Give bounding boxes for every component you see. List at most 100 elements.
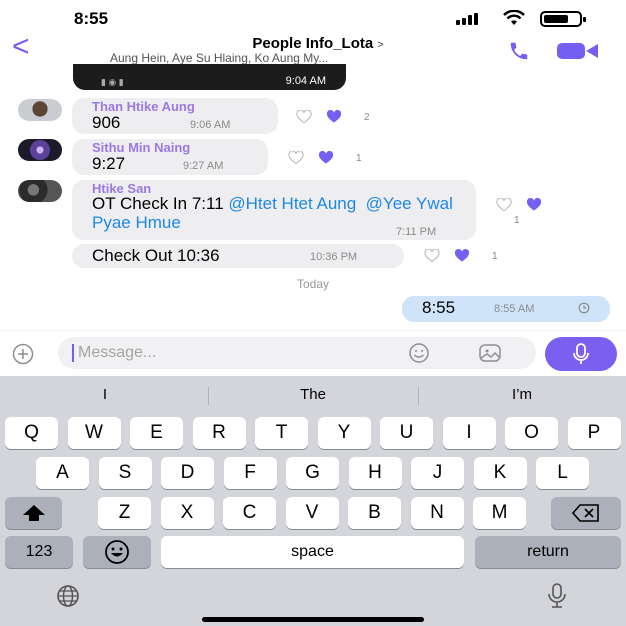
avatar[interactable]	[18, 180, 62, 202]
key-m[interactable]: M	[473, 497, 526, 529]
key-d[interactable]: D	[161, 457, 214, 489]
message-time: 9:06 AM	[190, 119, 231, 131]
like-count: 1	[514, 215, 520, 226]
avatar[interactable]	[18, 139, 62, 161]
reactions[interactable]: 1	[286, 151, 362, 165]
key-p[interactable]: P	[567, 417, 621, 449]
key-q[interactable]: Q	[5, 417, 58, 449]
message-time: 8:55 AM	[494, 303, 535, 315]
microphone-icon	[573, 343, 589, 364]
status-bar: 8:55	[0, 0, 626, 34]
keyboard: I The I’m QWERTYUIOP ASDFGHJKL ZXCVBNM 1…	[0, 376, 626, 626]
emoji-key[interactable]	[83, 536, 151, 568]
key-h[interactable]: H	[348, 457, 402, 489]
globe-icon[interactable]	[46, 583, 90, 609]
shift-icon	[22, 505, 45, 521]
message-bubble[interactable]: Than Htike Aung 906 9:06 AM	[72, 98, 278, 134]
suggestion[interactable]: I’m	[422, 386, 622, 403]
key-t[interactable]: T	[255, 417, 308, 449]
mention-link[interactable]: @Htet Htet Aung	[228, 194, 356, 213]
sender-name: Than Htike Aung	[92, 99, 195, 114]
space-key[interactable]: space	[161, 536, 464, 568]
key-l[interactable]: L	[536, 457, 589, 489]
backspace-key[interactable]	[551, 497, 621, 529]
key-w[interactable]: W	[67, 417, 121, 449]
key-f[interactable]: F	[223, 457, 277, 489]
chat-title-text: People Info_Lota	[252, 35, 374, 52]
reactions[interactable]: 1	[422, 249, 498, 263]
key-v[interactable]: V	[285, 497, 339, 529]
suggestion[interactable]: I	[5, 386, 205, 403]
key-e[interactable]: E	[130, 417, 183, 449]
like-count: 2	[364, 111, 370, 123]
signal-icon	[456, 13, 478, 25]
reactions[interactable]: 2	[294, 110, 370, 124]
key-c[interactable]: C	[223, 497, 276, 529]
chevron-right-icon: >	[377, 39, 384, 51]
numbers-key[interactable]: 123	[5, 536, 73, 568]
battery-icon	[540, 11, 586, 27]
backspace-icon	[571, 504, 599, 522]
image-message[interactable]: ▮ ◉ ▮ 9:04 AM	[73, 64, 346, 90]
message-field-container[interactable]	[58, 337, 536, 369]
sent-status-icon	[578, 302, 590, 314]
heart-outline-icon[interactable]	[422, 249, 442, 263]
key-a[interactable]: A	[36, 457, 89, 489]
phone-icon[interactable]	[504, 40, 534, 62]
dictation-icon[interactable]	[542, 583, 572, 609]
sticker-icon[interactable]	[408, 342, 430, 364]
media-controls-icon: ▮ ◉ ▮	[101, 77, 124, 87]
message-list[interactable]: ▮ ◉ ▮ 9:04 AM Than Htike Aung 906 9:06 A…	[0, 64, 626, 330]
key-s[interactable]: S	[98, 457, 152, 489]
outgoing-message-bubble[interactable]: 8:55 8:55 AM	[402, 296, 610, 322]
date-divider: Today	[296, 277, 330, 291]
home-indicator	[202, 617, 424, 622]
avatar[interactable]	[18, 99, 62, 121]
voice-message-button[interactable]	[545, 337, 617, 371]
gallery-icon[interactable]	[478, 343, 502, 363]
like-count: 1	[356, 152, 362, 164]
heart-filled-icon	[318, 151, 334, 164]
sender-name: Sithu Min Naing	[92, 140, 191, 155]
key-n[interactable]: N	[410, 497, 464, 529]
heart-outline-icon[interactable]	[286, 151, 306, 165]
return-key[interactable]: return	[475, 536, 621, 568]
key-j[interactable]: J	[411, 457, 464, 489]
chat-members: Aung Hein, Aye Su Hlaing, Ko Aung My...	[110, 51, 329, 65]
like-count: 1	[492, 250, 498, 262]
key-b[interactable]: B	[348, 497, 401, 529]
key-u[interactable]: U	[380, 417, 433, 449]
key-y[interactable]: Y	[317, 417, 371, 449]
key-i[interactable]: I	[442, 417, 496, 449]
key-g[interactable]: G	[286, 457, 339, 489]
emoji-icon	[105, 540, 129, 564]
key-z[interactable]: Z	[98, 497, 151, 529]
key-k[interactable]: K	[473, 457, 527, 489]
composer	[0, 330, 626, 376]
video-icon[interactable]	[556, 42, 600, 60]
plus-icon[interactable]	[12, 343, 34, 365]
key-o[interactable]: O	[505, 417, 558, 449]
suggestion[interactable]: The	[213, 386, 413, 403]
shift-key[interactable]	[5, 497, 62, 529]
status-time: 8:55	[74, 9, 109, 28]
message-bubble[interactable]: Htike San OT Check In 7:11 @Htet Htet Au…	[72, 180, 476, 240]
text-caret	[72, 344, 74, 362]
wifi-icon	[503, 10, 525, 25]
message-text: Check Out 10:36	[92, 246, 220, 265]
heart-outline-icon[interactable]	[494, 198, 514, 212]
key-r[interactable]: R	[192, 417, 246, 449]
message-time: 10:36 PM	[310, 251, 358, 263]
chat-header: < People Info_Lota > Aung Hein, Aye Su Hl…	[0, 32, 626, 68]
message-text: 8:55	[422, 298, 456, 317]
message-input[interactable]	[78, 341, 398, 365]
message-text: 906	[92, 113, 121, 132]
message-bubble[interactable]: Check Out 10:36 10:36 PM	[72, 244, 404, 268]
message-time: 9:27 AM	[183, 160, 224, 172]
message-bubble[interactable]: Sithu Min Naing 9:27 9:27 AM	[72, 139, 268, 175]
divider	[208, 387, 209, 405]
heart-outline-icon[interactable]	[294, 110, 314, 124]
message-time: 7:11 PM	[396, 226, 437, 238]
reactions[interactable]	[494, 198, 544, 212]
key-x[interactable]: X	[160, 497, 214, 529]
